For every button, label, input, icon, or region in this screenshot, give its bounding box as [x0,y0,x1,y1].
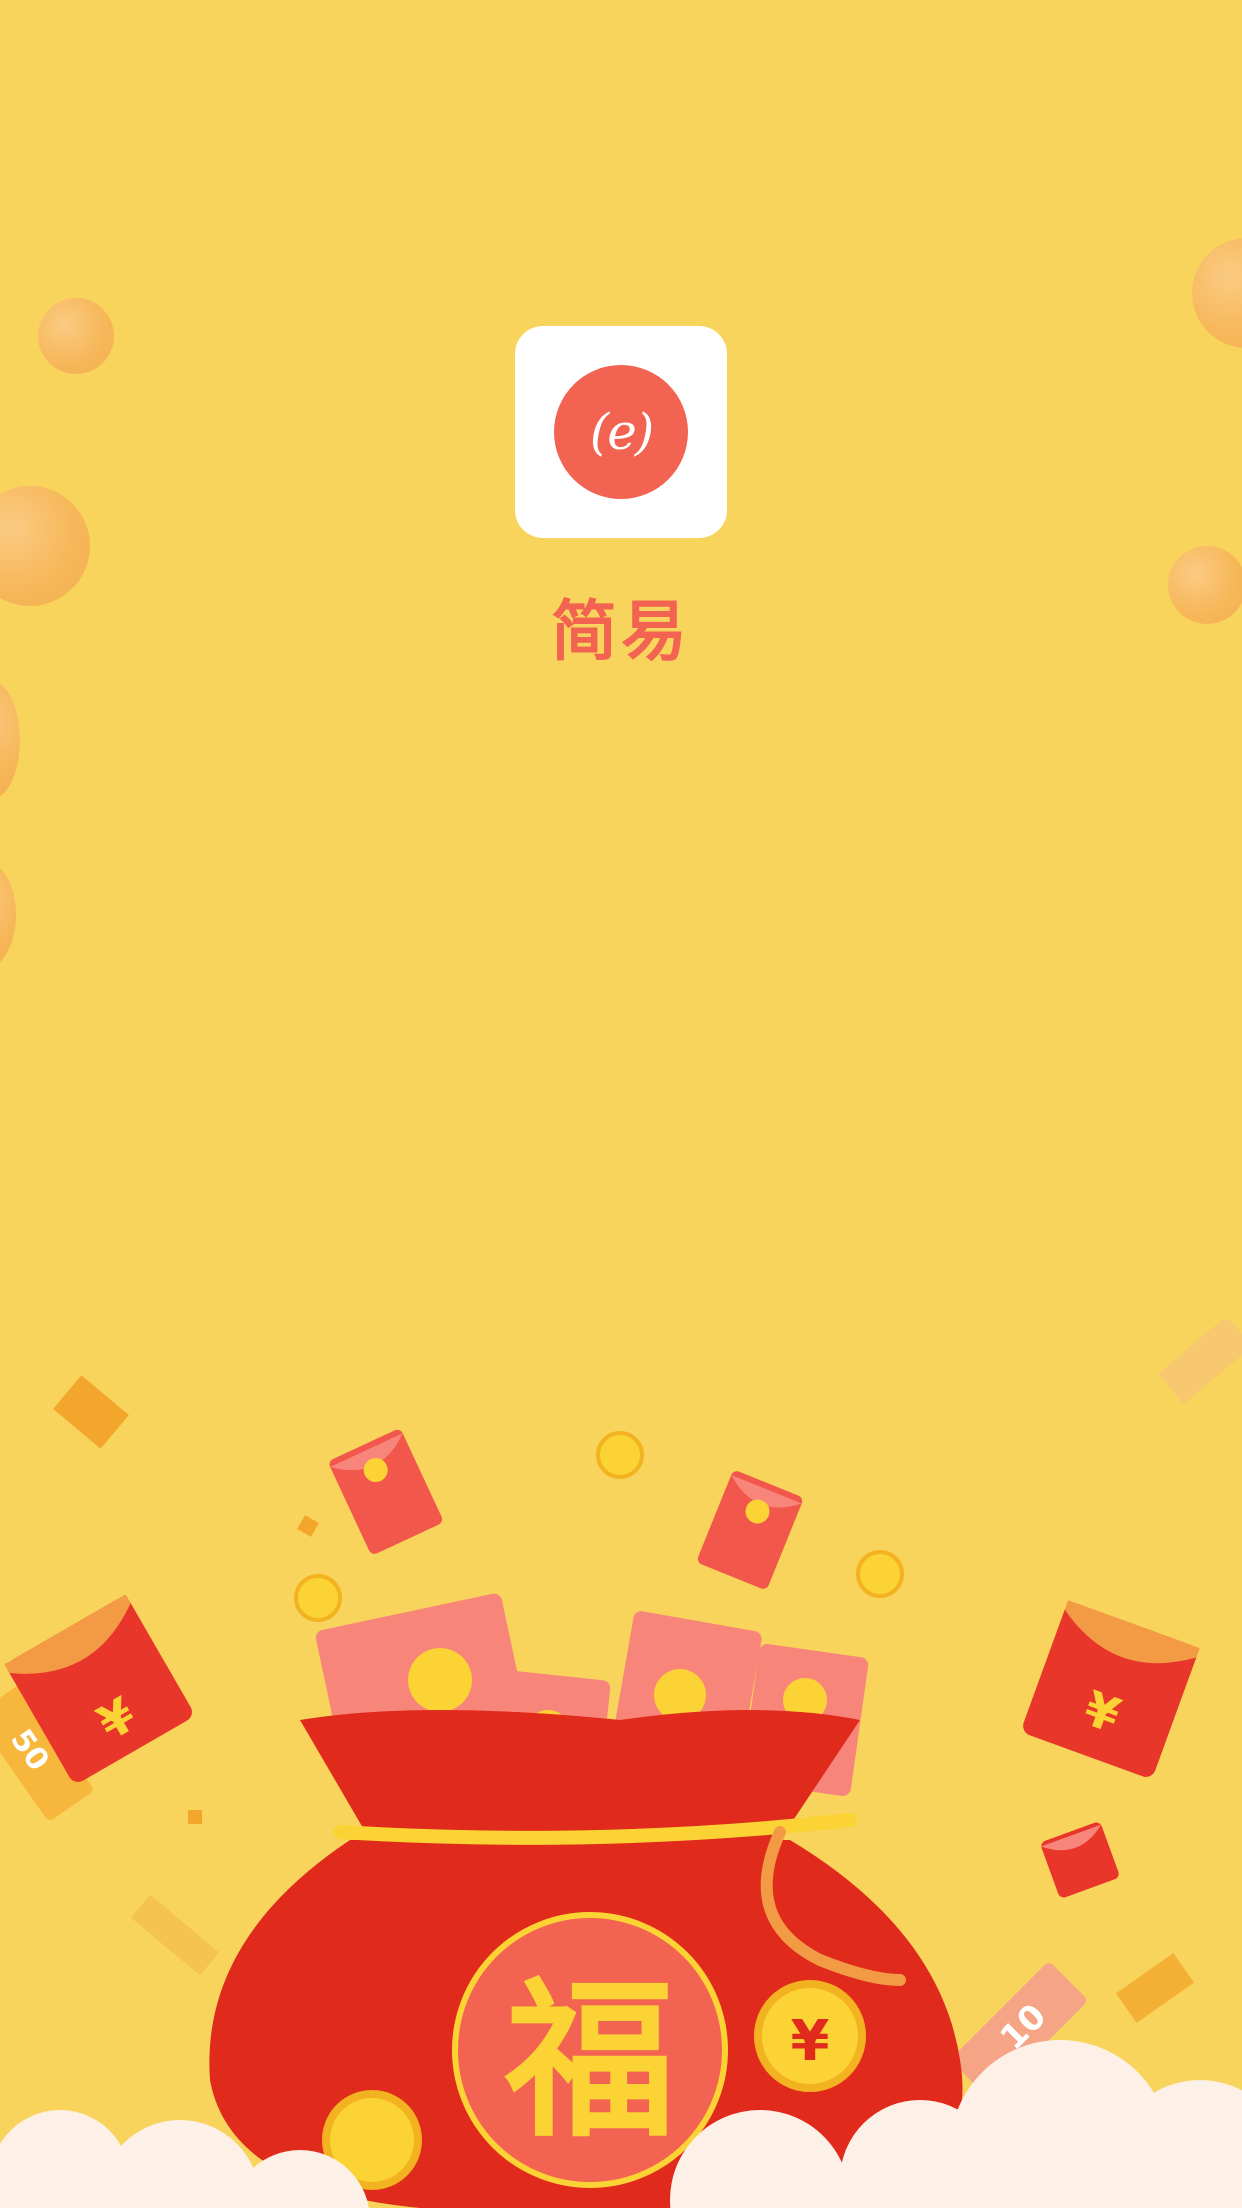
logo-glyph: (e) [589,403,655,461]
red-envelope-right: ¥ [1023,1600,1200,1777]
background-bubble [0,860,16,970]
app-name: 简易 [551,593,691,670]
bag-character: 福 [504,1963,675,2161]
coin-symbol: ¥ [791,2009,830,2074]
e-logo-icon: (e) [554,365,688,499]
red-envelope [329,1429,443,1554]
red-envelope [697,1471,803,1589]
lucky-bag-illustration: 10 50 ¥ ¥ 福 ¥ [0,1320,1242,2208]
background-bubble [1192,238,1242,348]
app-logo: (e) [515,326,727,538]
background-bubble [38,298,114,374]
red-envelope-small [1041,1822,1119,1898]
background-bubble [0,680,20,800]
